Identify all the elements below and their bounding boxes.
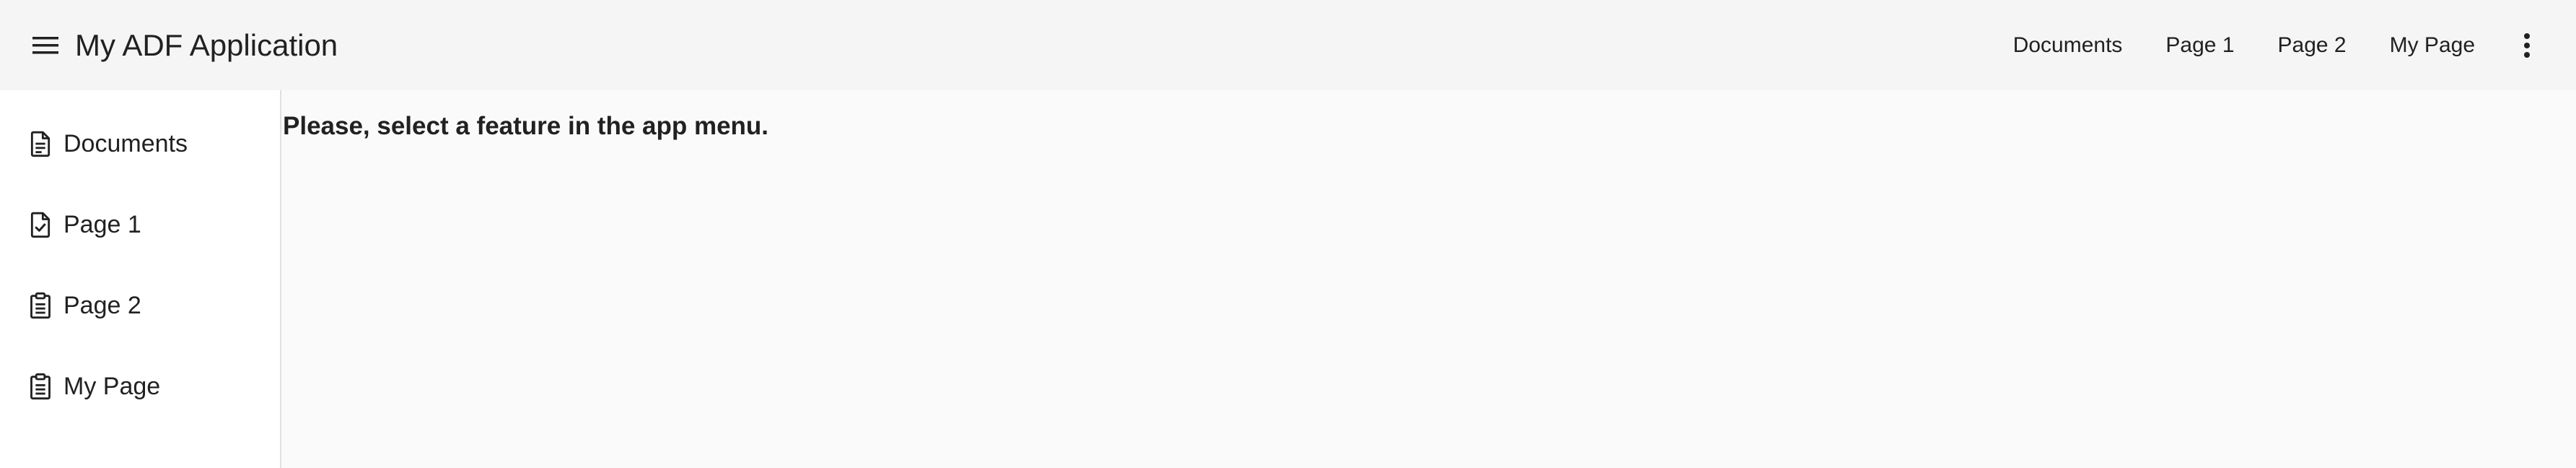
top-navigation: Documents Page 1 Page 2 My Page bbox=[1992, 0, 2576, 90]
sidebar-item-label: Page 1 bbox=[63, 210, 141, 238]
top-nav-documents[interactable]: Documents bbox=[1992, 20, 2145, 72]
app-root: My ADF Application Documents Page 1 Page… bbox=[0, 0, 2576, 468]
empty-state-message: Please, select a feature in the app menu… bbox=[283, 112, 769, 140]
sidebar: Documents Page 1 Page 2 My Page bbox=[0, 90, 281, 468]
hamburger-menu-icon bbox=[32, 37, 58, 54]
sidebar-item-label: Documents bbox=[63, 129, 188, 157]
clipboard-icon bbox=[25, 370, 56, 402]
more-options-button[interactable] bbox=[2505, 20, 2549, 72]
app-title: My ADF Application bbox=[75, 28, 338, 62]
sidebar-item-label: My Page bbox=[63, 372, 161, 400]
top-nav-page-2[interactable]: Page 2 bbox=[2256, 20, 2368, 72]
app-toolbar: My ADF Application Documents Page 1 Page… bbox=[0, 0, 2576, 90]
top-nav-my-page[interactable]: My Page bbox=[2368, 20, 2497, 72]
clipboard-icon bbox=[25, 290, 56, 321]
sidebar-item-page-2[interactable]: Page 2 bbox=[0, 271, 280, 340]
sidebar-item-my-page[interactable]: My Page bbox=[0, 352, 280, 421]
main-content: Please, select a feature in the app menu… bbox=[281, 90, 2576, 468]
hamburger-menu-button[interactable] bbox=[27, 31, 63, 60]
top-nav-page-1[interactable]: Page 1 bbox=[2144, 20, 2256, 72]
file-check-icon bbox=[25, 209, 56, 240]
more-vertical-icon bbox=[2524, 32, 2530, 58]
sidebar-item-page-1[interactable]: Page 1 bbox=[0, 190, 280, 259]
sidebar-item-documents[interactable]: Documents bbox=[0, 109, 280, 178]
sidebar-item-label: Page 2 bbox=[63, 291, 141, 319]
document-icon bbox=[25, 128, 56, 160]
